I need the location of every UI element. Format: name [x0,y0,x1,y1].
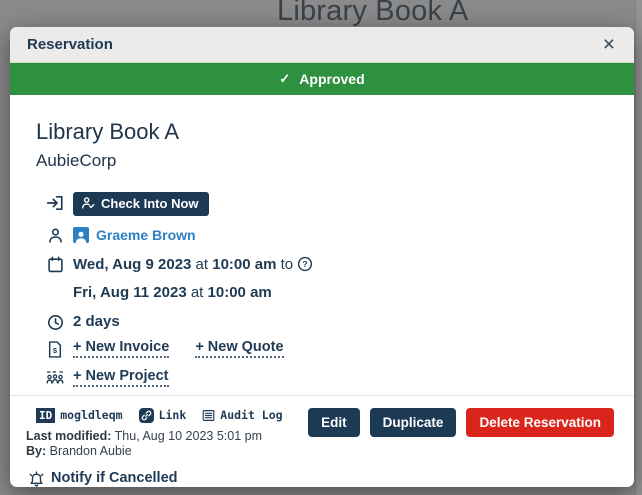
status-banner: ✓ Approved [10,63,634,95]
duration-value: 2 days [73,312,120,332]
avatar-person-icon [74,230,88,243]
clock-icon [46,312,64,331]
item-title: Library Book A [36,118,608,146]
audit-log-label[interactable]: Audit Log [220,408,282,422]
background-page-title: Library Book A [277,0,468,26]
start-date: Wed, Aug 9 2023 [73,256,191,273]
checkin-row: Check Into Now [46,192,608,216]
avatar [73,227,89,243]
end-date: Fri, Aug 11 2023 [73,284,187,301]
end-time: 10:00 am [208,284,272,301]
audit-log-icon[interactable] [202,409,215,422]
modal-header: Reservation × [10,27,634,63]
at-word: at [196,256,209,273]
link-icon[interactable] [139,408,154,423]
last-modified-line: Last modified: Thu, Aug 10 2023 5:01 pm … [26,429,283,459]
date-line-start: Wed, Aug 9 2023 at 10:00 am to ? [73,252,313,280]
delete-reservation-button[interactable]: Delete Reservation [466,408,614,437]
date-line-end: Fri, Aug 11 2023 at 10:00 am [73,280,313,305]
check-into-now-button[interactable]: Check Into Now [73,192,209,216]
modal-body: Library Book A AubieCorp [10,95,634,395]
help-icon[interactable]: ? [297,255,313,280]
reservation-modal: Reservation × ✓ Approved Library Book A … [10,27,634,487]
customer-row: Graeme Brown [46,225,608,245]
person-check-icon [81,196,95,210]
sign-in-icon [46,192,64,212]
check-into-now-label: Check Into Now [101,196,199,211]
new-invoice-link[interactable]: + New Invoice [73,339,169,358]
duration-row: 2 days [46,312,608,332]
notify-if-cancelled-link[interactable]: Notify if Cancelled [51,470,178,488]
person-icon [46,225,64,244]
by-value: Brandon Aubie [50,444,132,458]
calendar-icon [46,252,64,273]
start-time: 10:00 am [212,256,276,273]
bell-icon [28,471,45,488]
to-word: to [281,256,294,273]
by-label: By: [26,444,46,458]
new-project-link[interactable]: + New Project [73,368,169,387]
item-subtitle: AubieCorp [36,151,608,171]
dates-row: Wed, Aug 9 2023 at 10:00 am to ? Fri, Au… [46,252,608,305]
modal-title: Reservation [27,36,113,53]
status-banner-label: Approved [299,71,364,87]
check-icon: ✓ [279,71,290,87]
duplicate-button[interactable]: Duplicate [370,408,457,437]
invoice-quote-row: $ + New Invoice + New Quote [46,339,608,359]
customer-link[interactable]: Graeme Brown [96,227,196,243]
last-modified-value: Thu, Aug 10 2023 5:01 pm [115,429,262,443]
meta-block: ID mogldleqm Link [26,408,283,459]
id-badge: ID [36,408,55,423]
project-team-icon [46,368,64,385]
svg-text:$: $ [53,346,58,355]
reservation-id: mogldleqm [60,408,122,422]
svg-text:?: ? [303,259,308,269]
project-row: + New Project [46,368,608,388]
link-label[interactable]: Link [159,408,187,422]
last-modified-label: Last modified: [26,429,111,443]
new-quote-link[interactable]: + New Quote [195,339,283,358]
close-icon[interactable]: × [601,34,617,55]
at-word: at [191,284,204,301]
background-scrollbar[interactable] [635,0,642,495]
invoice-icon: $ [46,339,64,358]
edit-button[interactable]: Edit [308,408,360,437]
modal-footer: ID mogldleqm Link [10,395,634,488]
